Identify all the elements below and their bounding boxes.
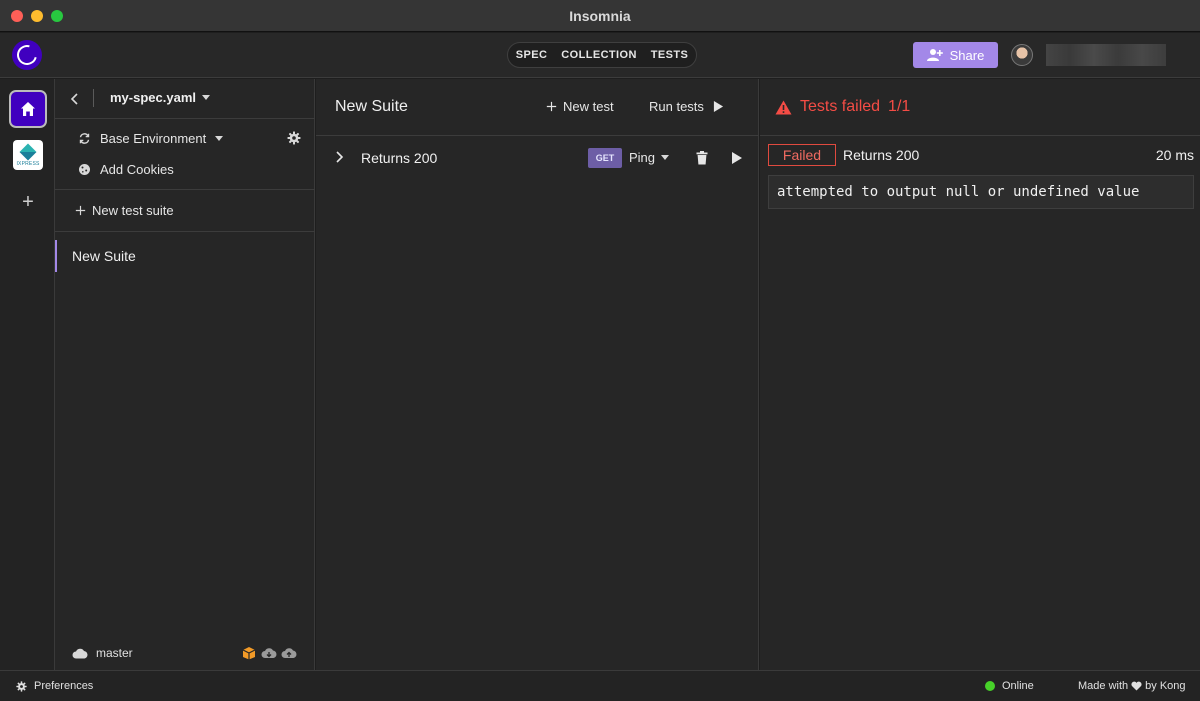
made-with-label: Made with [1078,680,1129,692]
online-dot-icon [985,681,995,691]
new-test-suite-button[interactable]: New test suite [75,203,174,218]
warning-icon [775,100,792,114]
divider [93,89,94,107]
test-row: Returns 200 GET Ping [316,143,759,173]
tab-spec[interactable]: SPEC [510,42,554,68]
test-name[interactable]: Returns 200 [361,150,437,166]
play-icon [713,101,724,112]
online-status: Online [985,680,1034,692]
home-icon [21,102,35,116]
new-test-button[interactable]: New test [546,99,614,114]
suite-title: New Suite [335,98,408,115]
caret-down-icon [215,136,224,141]
preferences-button[interactable]: Preferences [16,680,93,692]
window-titlebar: Insomnia [0,0,1200,32]
project-logo-icon [19,143,37,160]
add-user-icon [926,49,943,61]
cloud-download-icon[interactable] [261,646,277,660]
tests-pane: New Suite New test Run tests Returns 200… [316,79,759,670]
project-logo-text: IXPRESS [16,160,40,167]
divider [316,135,759,136]
run-tests-button[interactable]: Run tests [649,99,724,114]
error-message: attempted to output null or undefined va… [768,175,1194,209]
request-selector[interactable]: Ping [629,150,670,165]
divider [55,189,315,190]
heart-icon [1131,681,1142,691]
add-cookies-button[interactable]: Add Cookies [78,162,174,177]
gear-icon [16,680,27,692]
app-header: SPEC COLLECTION TESTS Share [0,33,1200,78]
document-name: my-spec.yaml [110,90,196,105]
cloud-icon [72,648,88,658]
account-name-redacted[interactable] [1046,44,1166,66]
project-button[interactable]: IXPRESS [13,140,43,170]
divider [55,231,315,232]
insomnia-logo-icon[interactable] [12,40,42,70]
cookie-icon [79,164,90,175]
results-header: Tests failed 1/1 [775,98,910,116]
new-test-suite-label: New test suite [92,203,174,218]
request-name: Ping [629,150,656,165]
plus-icon [75,205,86,216]
back-button[interactable] [68,91,82,107]
window-title: Insomnia [569,8,631,24]
made-with-credit: Made with by Kong [1078,680,1186,692]
by-kong-label: by Kong [1145,680,1186,692]
method-badge: GET [588,148,622,168]
sync-actions [241,646,297,660]
new-test-label: New test [563,99,614,114]
results-status: Tests failed [800,98,881,115]
share-button[interactable]: Share [913,42,998,68]
package-icon[interactable] [241,646,257,660]
document-selector[interactable]: my-spec.yaml [110,90,210,105]
result-name: Returns 200 [843,147,920,163]
add-project-button[interactable]: + [18,192,38,212]
plus-icon [546,101,557,112]
git-branch-label: master [96,646,133,660]
status-badge: Failed [768,144,836,166]
home-button[interactable] [9,90,47,128]
sidebar-item-new-suite[interactable]: New Suite [55,240,315,272]
cloud-upload-icon[interactable] [281,646,297,660]
share-label: Share [949,47,985,63]
tab-collection[interactable]: COLLECTION [555,42,643,68]
play-icon[interactable] [731,151,743,165]
sidebar: my-spec.yaml Base Environment Add Cookie… [55,79,315,670]
gear-icon[interactable] [287,131,301,145]
environment-selector[interactable]: Base Environment [78,131,224,146]
status-bar: Preferences Online Made with by Kong [0,670,1200,701]
run-tests-label: Run tests [649,99,704,114]
result-duration: 20 ms [1155,147,1194,163]
divider [55,118,315,119]
user-avatar[interactable] [1011,44,1033,66]
trash-icon[interactable] [696,151,708,165]
activity-bar: IXPRESS + [0,79,55,670]
chevron-left-icon [70,93,78,105]
tab-tests[interactable]: TESTS [645,42,694,68]
online-label: Online [1002,680,1034,692]
chevron-right-icon[interactable] [333,149,345,165]
divider [760,135,1200,136]
sync-icon [79,133,90,144]
mode-tabs: SPEC COLLECTION TESTS [507,42,697,68]
caret-down-icon [661,155,670,160]
caret-down-icon [202,95,210,100]
git-branch-selector[interactable]: master [72,646,133,660]
add-cookies-label: Add Cookies [100,162,174,177]
results-pane: Tests failed 1/1 Failed Returns 200 20 m… [760,79,1200,670]
preferences-label: Preferences [34,680,94,692]
environment-label: Base Environment [100,131,207,146]
results-count: 1/1 [888,98,911,115]
